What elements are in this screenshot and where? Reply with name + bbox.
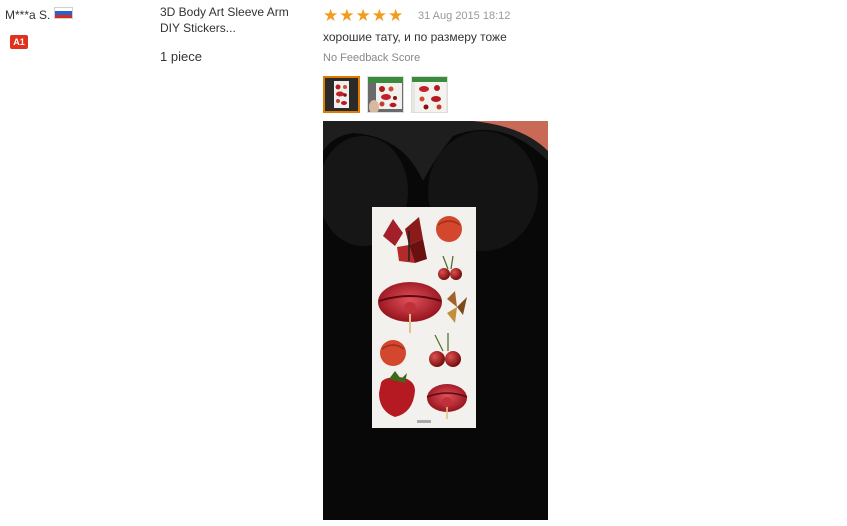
order-quantity: 1 piece [160, 49, 202, 64]
review-photo[interactable] [323, 121, 548, 520]
buyer-level-badge: A1 [10, 35, 28, 49]
photo-thumbnails [323, 76, 448, 113]
star-icon: ★ [339, 6, 355, 25]
product-name-link[interactable]: 3D Body Art Sleeve Arm DIY Stickers... [160, 4, 300, 36]
reviewer-name: M***a S. [5, 8, 51, 22]
russia-flag-icon [54, 7, 74, 19]
photo-thumbnail[interactable] [411, 76, 448, 113]
star-icon: ★ [323, 6, 339, 25]
star-icon: ★ [355, 6, 371, 25]
feedback-score: No Feedback Score [323, 52, 421, 64]
reviewer-info: M***a S. [5, 7, 74, 22]
photo-thumbnail[interactable] [323, 76, 360, 113]
star-rating: ★ ★ ★ ★ ★ [323, 7, 403, 24]
photo-thumbnail[interactable] [367, 76, 404, 113]
star-icon: ★ [371, 6, 387, 25]
review-date: 31 Aug 2015 18:12 [418, 10, 511, 22]
review-text: хорошие тату, и по размеру тоже [323, 30, 507, 44]
star-icon: ★ [388, 6, 404, 25]
